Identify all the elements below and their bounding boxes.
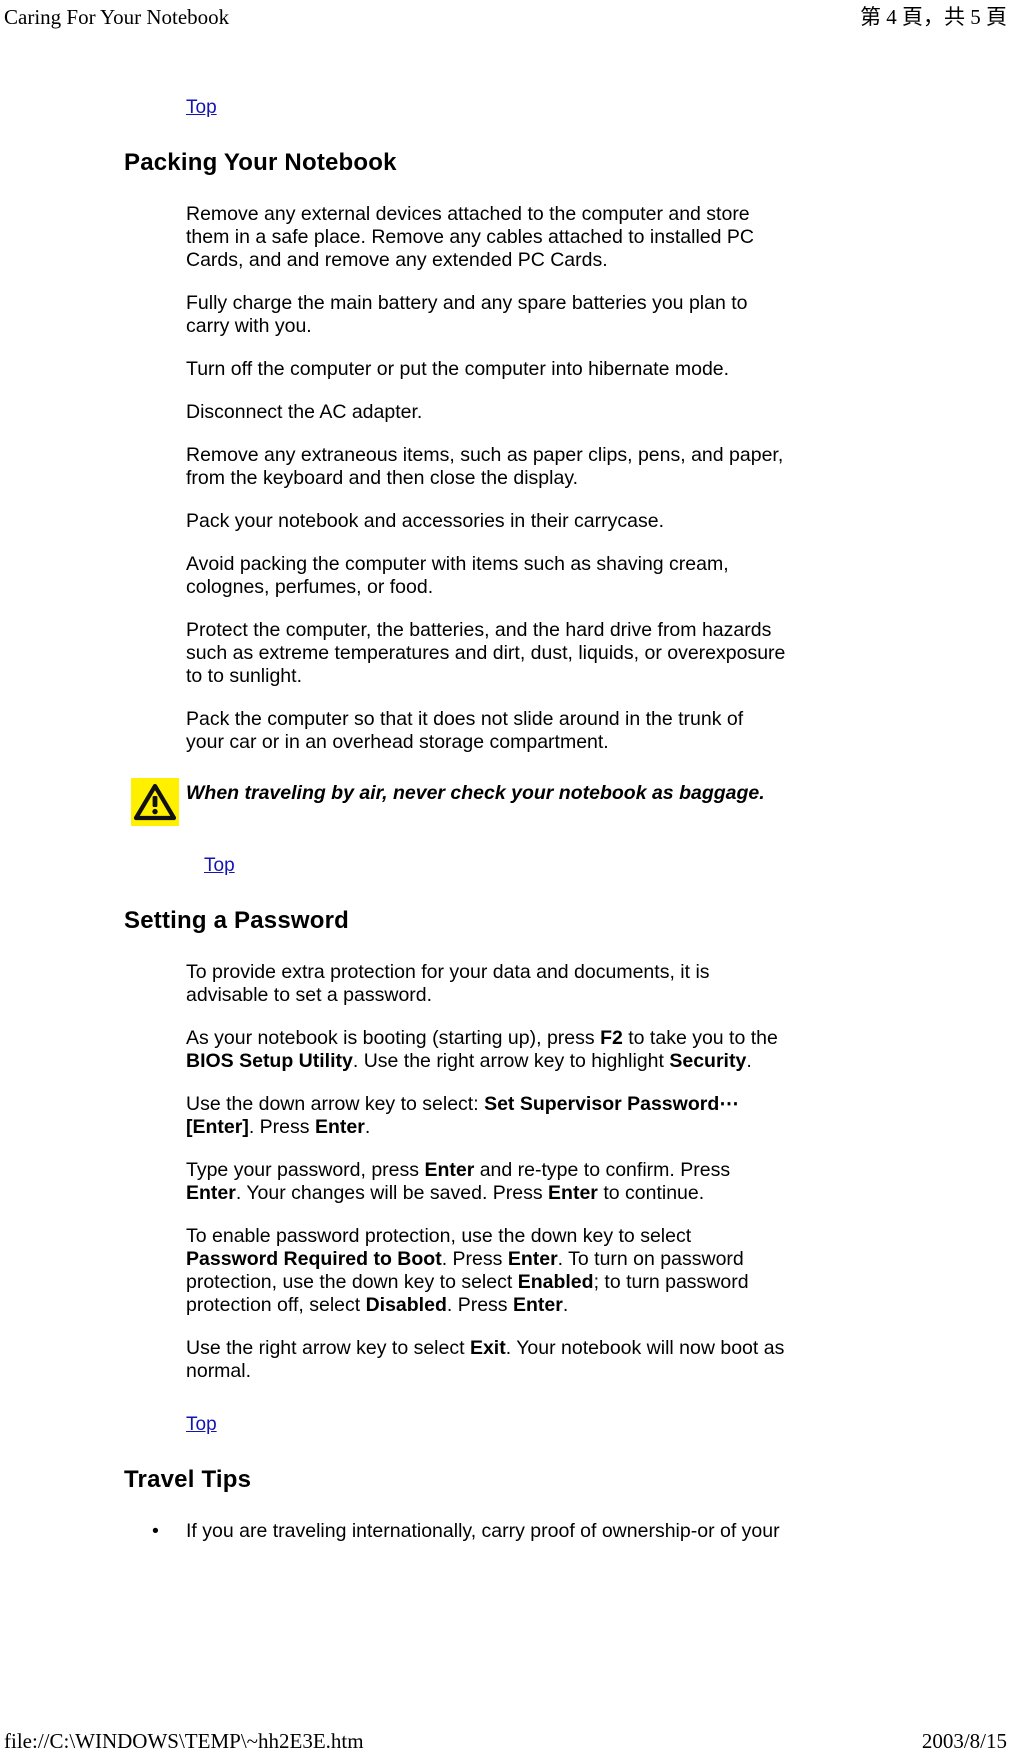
packing-paragraph-3: Turn off the computer or put the compute… — [186, 358, 730, 380]
password-paragraph-2: As your notebook is booting (starting up… — [186, 1027, 778, 1072]
emphasis-text: [Enter] — [186, 1116, 249, 1138]
packing-paragraph-1: Remove any external devices attached to … — [186, 203, 754, 271]
packing-paragraph-8: Protect the computer, the batteries, and… — [186, 619, 786, 687]
bullet-icon: • — [152, 1520, 159, 1542]
password-paragraph-5: To enable password protection, use the d… — [186, 1225, 749, 1316]
travel-tips-list: • If you are traveling internationally, … — [0, 1520, 1013, 1543]
page-title-packing: Packing Your Notebook — [124, 149, 397, 176]
emphasis-text: Security — [669, 1050, 747, 1072]
emphasis-text: Set Supervisor Password⋯ — [484, 1093, 739, 1115]
emphasis-text: Exit — [469, 1337, 506, 1359]
top-link-row-2: Top — [0, 854, 1013, 877]
packing-paragraph-9: Pack the computer so that it does not sl… — [186, 708, 744, 753]
document-body: Top Packing Your Notebook Remove any ext… — [0, 96, 1013, 1543]
packing-paragraph-4: Disconnect the AC adapter. — [186, 401, 423, 423]
emphasis-text: Enter — [548, 1182, 598, 1204]
emphasis-text: Password Required to Boot — [186, 1248, 442, 1270]
top-link-row-1: Top — [0, 96, 1013, 119]
top-link[interactable]: Top — [204, 855, 235, 876]
emphasis-text: Enter — [314, 1116, 365, 1138]
list-item-label: If you are traveling internationally, ca… — [186, 1520, 780, 1542]
print-header-pagination: 第 4 頁，共 5 頁 — [860, 5, 1007, 29]
warning-note: When traveling by air, never check your … — [0, 776, 1013, 828]
packing-paragraph-5: Remove any extraneous items, such as pap… — [186, 444, 784, 489]
packing-paragraph-7: Avoid packing the computer with items su… — [186, 553, 729, 598]
password-paragraph-1: To provide extra protection for your dat… — [186, 961, 710, 1006]
top-link[interactable]: Top — [186, 1414, 217, 1435]
emphasis-text: BIOS Setup Utility — [186, 1050, 353, 1072]
emphasis-text: Enter — [512, 1294, 563, 1316]
emphasis-text: Enter — [186, 1182, 236, 1204]
page-title-travel: Travel Tips — [124, 1466, 252, 1493]
print-footer-path: file://C:\WINDOWS\TEMP\~hh2E3E.htm — [4, 1729, 364, 1753]
print-header-title: Caring For Your Notebook — [4, 5, 230, 29]
top-link-row-3: Top — [0, 1413, 1013, 1436]
page-title-password: Setting a Password — [124, 907, 349, 934]
emphasis-text: Enter — [507, 1248, 558, 1270]
password-paragraph-6: Use the right arrow key to select Exit. … — [186, 1337, 785, 1382]
password-paragraph-3: Use the down arrow key to select: Set Su… — [186, 1093, 739, 1138]
list-item: • If you are traveling internationally, … — [0, 1520, 1013, 1543]
print-footer: file://C:\WINDOWS\TEMP\~hh2E3E.htm 2003/… — [0, 1726, 1013, 1760]
print-header: Caring For Your Notebook 第 4 頁，共 5 頁 — [0, 2, 1013, 36]
emphasis-text: Disabled — [365, 1294, 447, 1316]
warning-note-text: When traveling by air, never check your … — [186, 782, 765, 804]
print-footer-date: 2003/8/15 — [921, 1729, 1007, 1753]
top-link[interactable]: Top — [186, 97, 217, 118]
password-paragraph-4: Type your password, press Enter and re-t… — [186, 1159, 731, 1204]
warning-triangle-icon — [131, 778, 179, 826]
packing-paragraph-2: Fully charge the main battery and any sp… — [186, 292, 748, 337]
emphasis-text: F2 — [600, 1027, 623, 1049]
emphasis-text: Enabled — [517, 1271, 594, 1293]
emphasis-text: Enter — [424, 1159, 475, 1181]
packing-paragraph-6: Pack your notebook and accessories in th… — [186, 510, 664, 532]
